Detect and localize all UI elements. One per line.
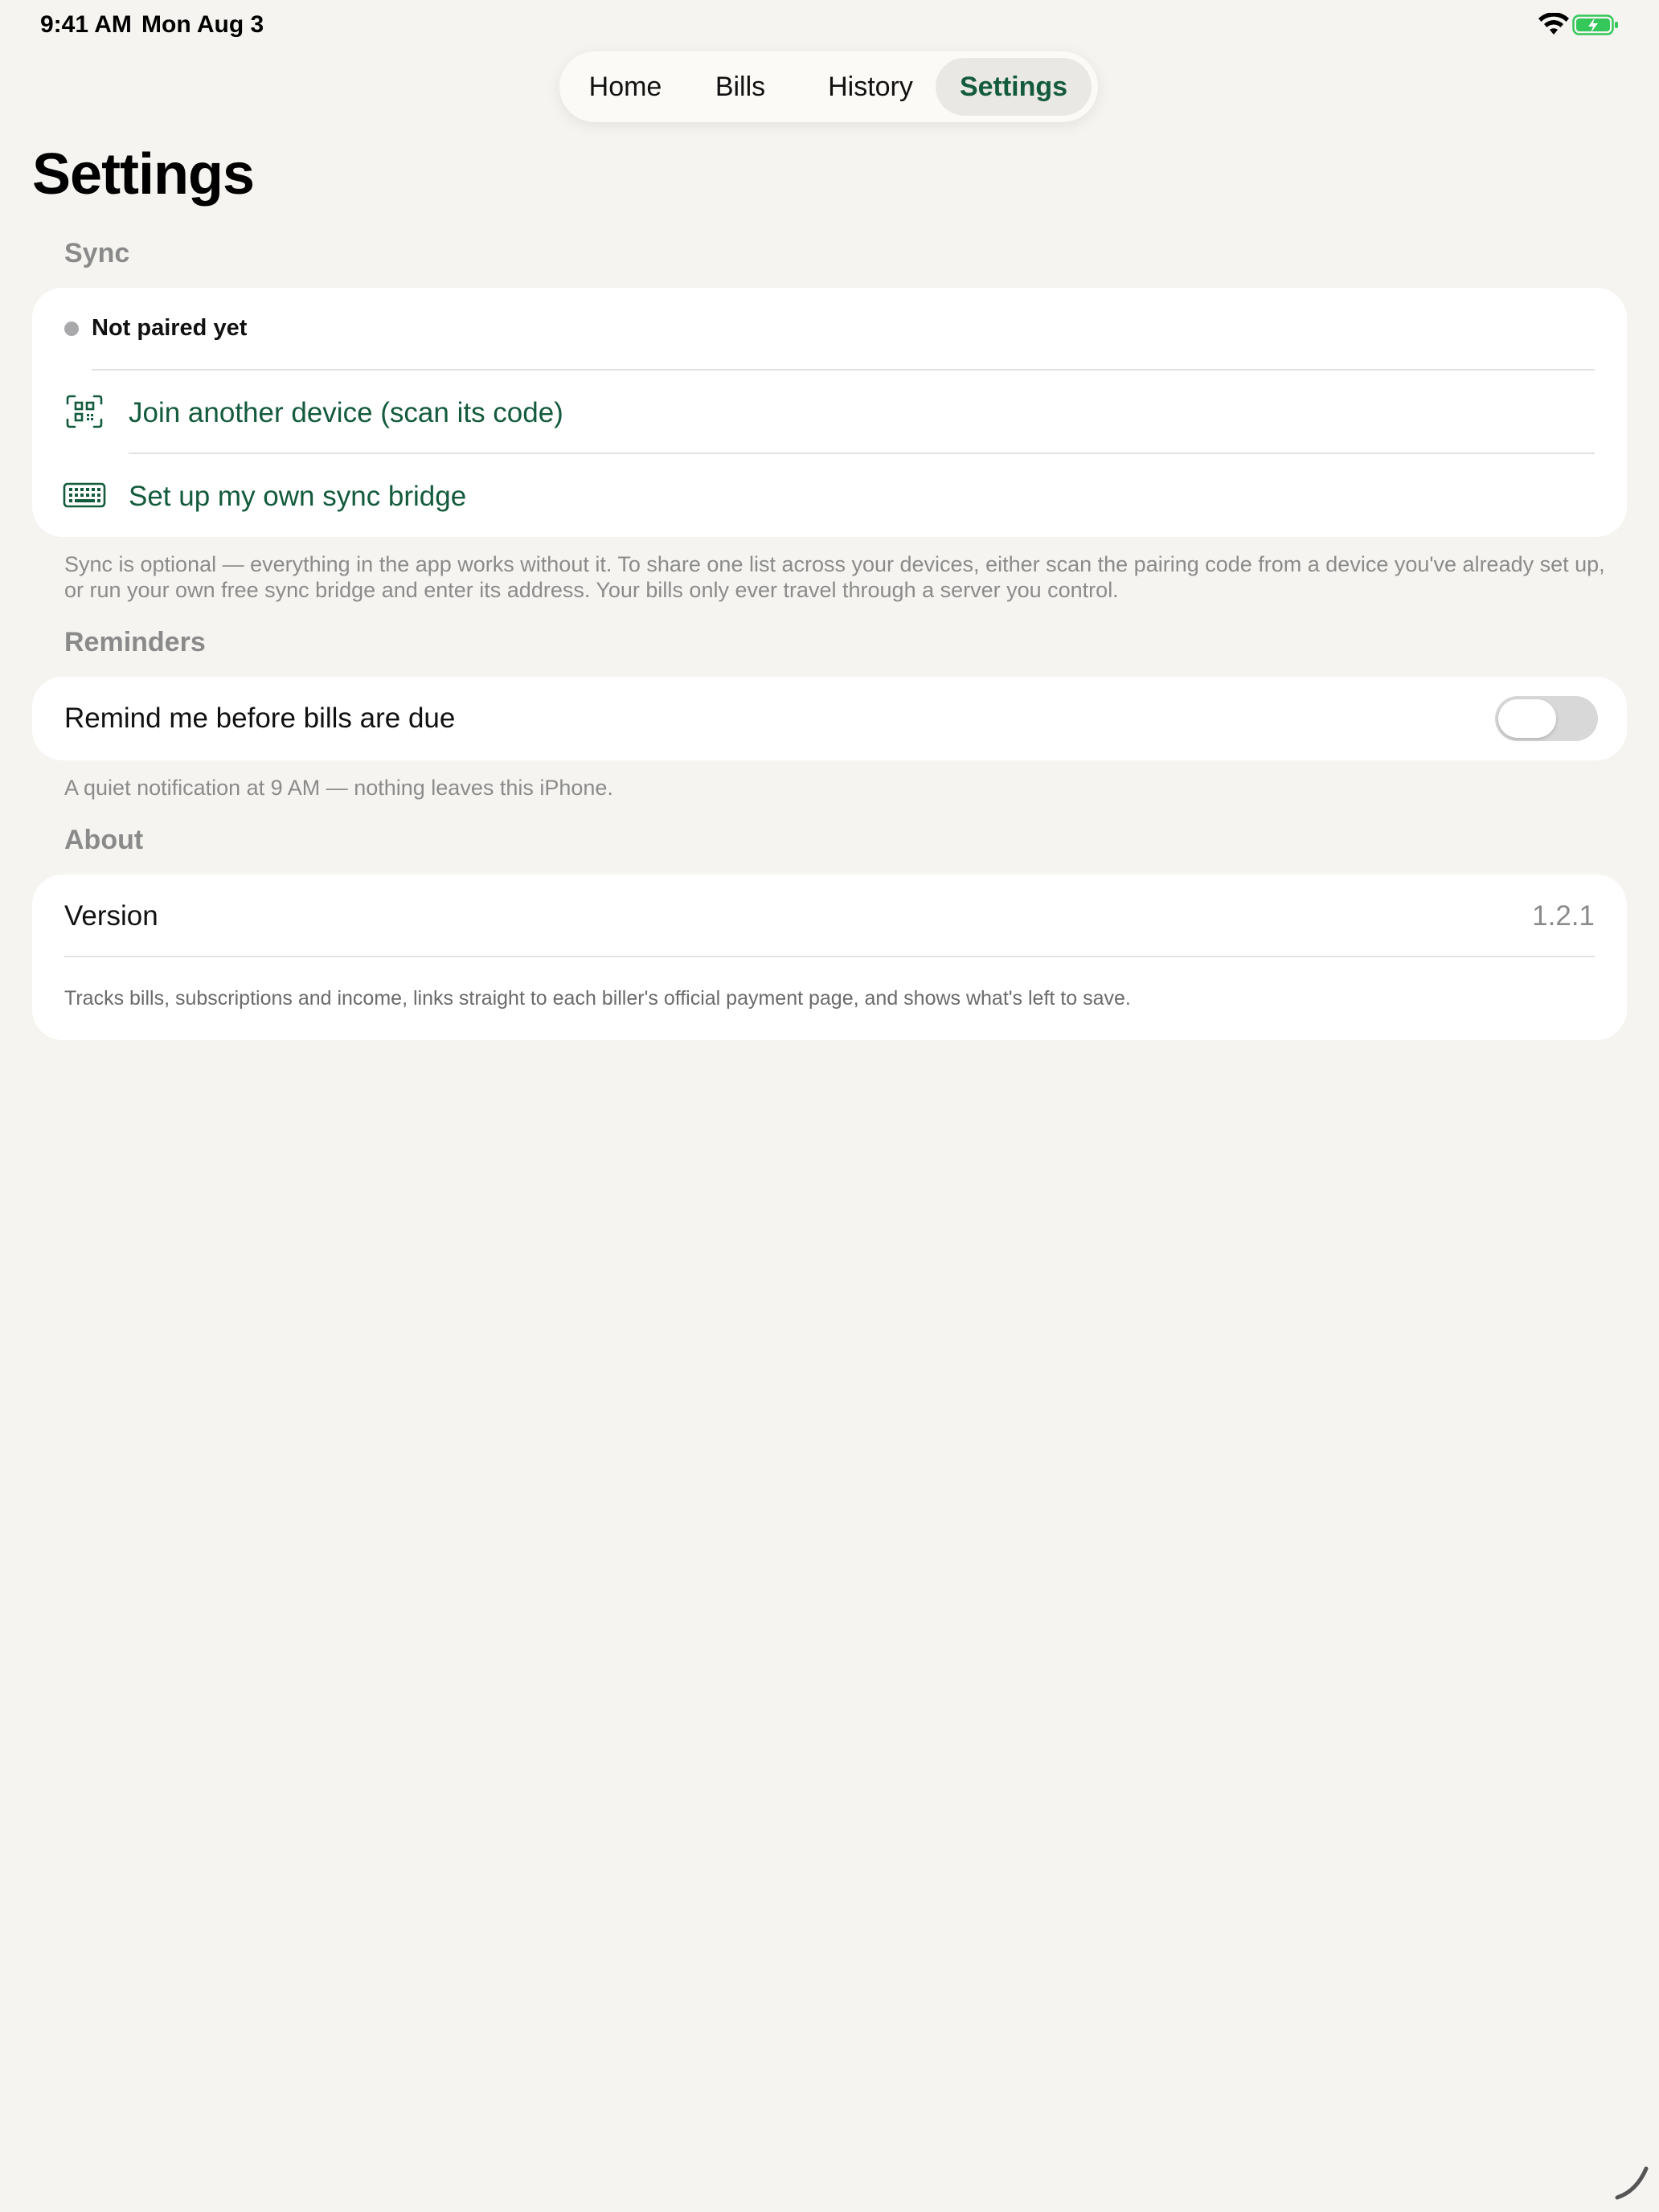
tab-settings[interactable]: Settings bbox=[936, 58, 1092, 116]
battery-charging-icon bbox=[1572, 14, 1618, 35]
reminders-footer-text: A quiet notification at 9 AM — nothing l… bbox=[64, 776, 613, 800]
settings-screen: 9:41 AM Mon Aug 3 Home Bills History Set… bbox=[0, 0, 1659, 2212]
divider bbox=[129, 453, 1595, 454]
page-title: Settings bbox=[32, 142, 255, 207]
reminders-card: Remind me before bills are due bbox=[32, 677, 1627, 760]
sync-card: Not paired yet Join another device (scan… bbox=[32, 288, 1627, 537]
join-device-button[interactable]: Join another device (scan its code) bbox=[32, 371, 1627, 452]
about-card: Version 1.2.1 Tracks bills, subscription… bbox=[32, 875, 1627, 1040]
version-value: 1.2.1 bbox=[1532, 900, 1595, 932]
divider bbox=[64, 956, 1595, 957]
status-time: 9:41 AM bbox=[40, 11, 132, 38]
section-header-sync: Sync bbox=[64, 238, 130, 268]
sync-footer-text: Sync is optional — everything in the app… bbox=[64, 552, 1605, 602]
pairing-status-label: Not paired yet bbox=[92, 315, 248, 341]
reminder-toggle[interactable] bbox=[1495, 696, 1598, 741]
divider bbox=[92, 369, 1595, 371]
version-label: Version bbox=[64, 900, 158, 932]
top-tab-bar: Home Bills History Settings bbox=[559, 51, 1098, 122]
corner-grabber-icon bbox=[1615, 2166, 1649, 2200]
qr-scan-icon bbox=[66, 395, 103, 428]
toggle-knob bbox=[1498, 699, 1556, 738]
about-description: Tracks bills, subscriptions and income, … bbox=[64, 987, 1131, 1010]
wifi-icon bbox=[1538, 13, 1569, 35]
section-header-about: About bbox=[64, 825, 144, 855]
status-date: Mon Aug 3 bbox=[141, 11, 264, 38]
tab-home[interactable]: Home bbox=[577, 58, 674, 116]
setup-sync-bridge-button[interactable]: Set up my own sync bridge bbox=[32, 455, 1627, 535]
setup-sync-bridge-label: Set up my own sync bridge bbox=[129, 481, 467, 512]
section-header-reminders: Reminders bbox=[64, 627, 206, 657]
join-device-label: Join another device (scan its code) bbox=[129, 397, 563, 428]
tab-bills[interactable]: Bills bbox=[707, 58, 773, 116]
pairing-status-dot bbox=[64, 322, 79, 336]
keyboard-icon bbox=[63, 482, 106, 508]
tab-history[interactable]: History bbox=[801, 58, 940, 116]
reminder-toggle-label: Remind me before bills are due bbox=[64, 703, 456, 734]
